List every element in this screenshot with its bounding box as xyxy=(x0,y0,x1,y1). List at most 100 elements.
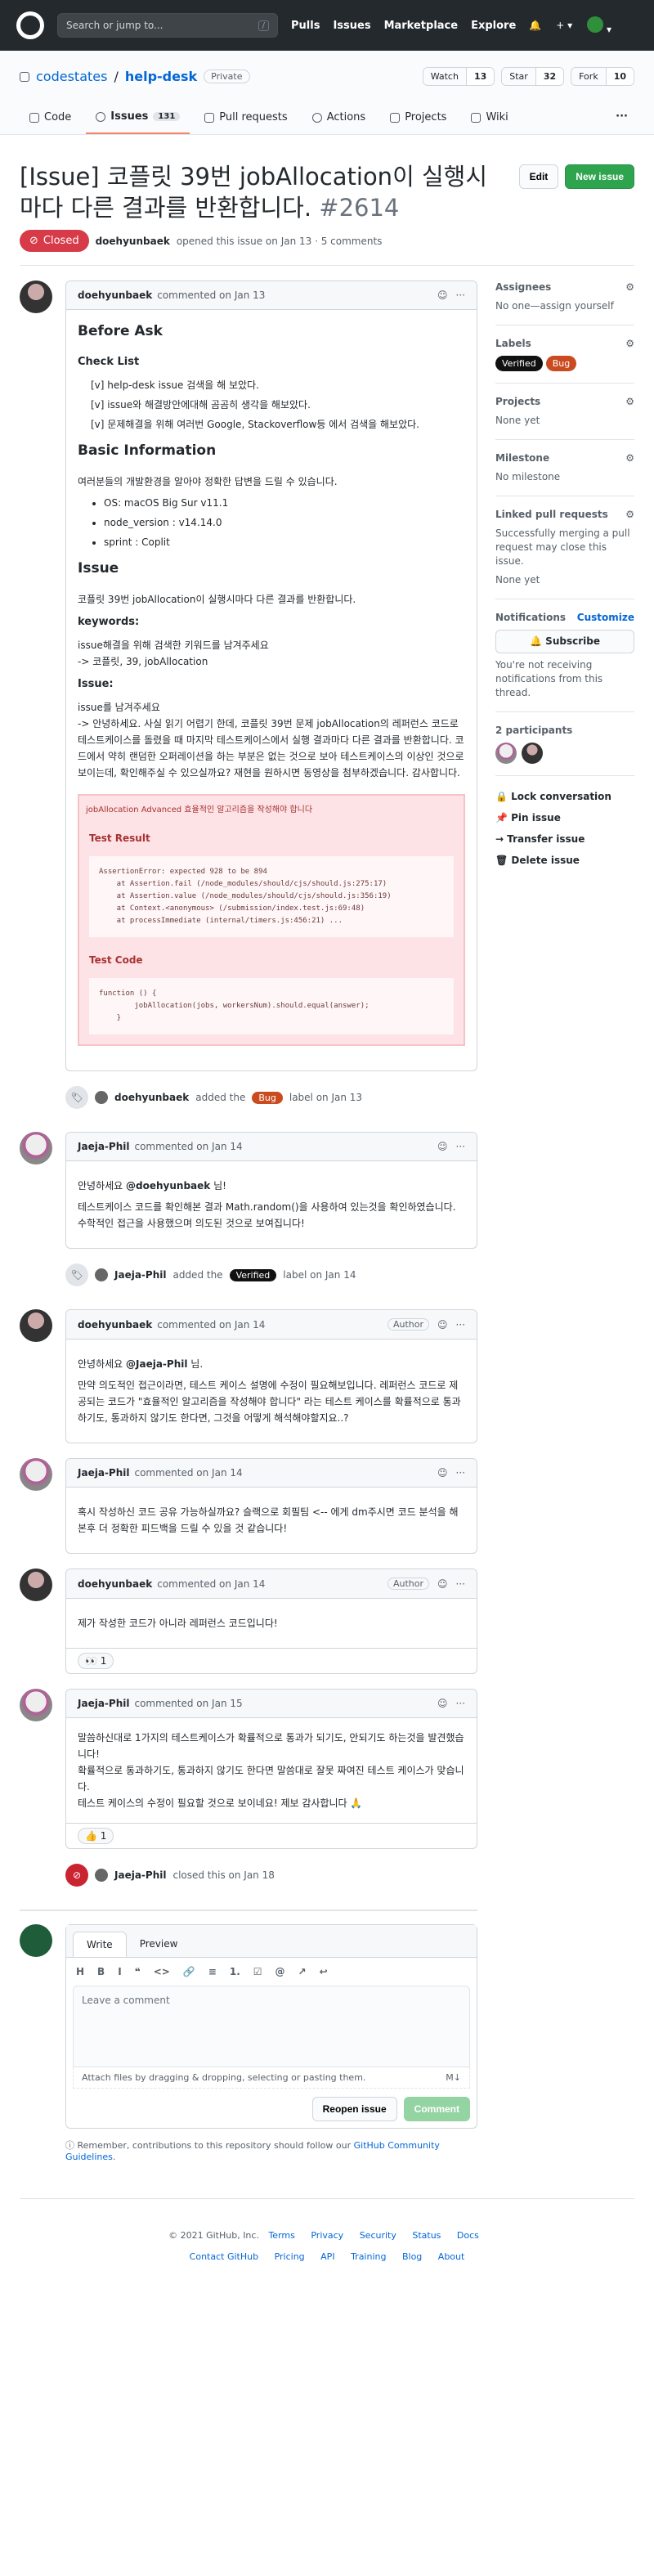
numbered-list-icon[interactable]: 1. xyxy=(230,1966,240,1977)
fork-button[interactable]: Fork 10 xyxy=(571,67,634,86)
quote-icon[interactable]: ❝ xyxy=(135,1966,141,1977)
plus-dropdown-icon[interactable]: + ▾ xyxy=(556,20,572,31)
smiley-icon[interactable]: ☺ xyxy=(437,1467,448,1479)
label-verified[interactable]: Verified xyxy=(229,1268,277,1281)
cross-reference-icon[interactable]: ↗ xyxy=(298,1966,307,1977)
search-input[interactable]: Search or jump to... / xyxy=(57,13,278,38)
reaction-eyes[interactable]: 👀 1 xyxy=(78,1653,114,1669)
attach-files-area[interactable]: Attach files by dragging & dropping, sel… xyxy=(73,2067,470,2089)
footer-link[interactable]: API xyxy=(320,2251,334,2262)
smiley-icon[interactable]: ☺ xyxy=(437,1141,448,1152)
avatar[interactable] xyxy=(20,1924,52,1957)
footer-link[interactable]: Blog xyxy=(402,2251,422,2262)
gear-icon[interactable]: ⚙ xyxy=(625,280,634,294)
comment-time[interactable]: commented on Jan 14 xyxy=(134,1141,242,1152)
comment-time[interactable]: commented on Jan 15 xyxy=(134,1698,242,1709)
avatar[interactable] xyxy=(95,1268,108,1281)
markdown-icon[interactable]: M↓ xyxy=(446,2072,461,2083)
event-actor[interactable]: Jaeja-Phil xyxy=(114,1269,166,1281)
avatar[interactable] xyxy=(20,1458,52,1491)
nav-pulls[interactable]: Pulls xyxy=(291,20,320,32)
smiley-icon[interactable]: ☺ xyxy=(437,1698,448,1709)
sidebar-heading[interactable]: Assignees xyxy=(495,280,551,294)
kebab-menu-icon[interactable]: ··· xyxy=(456,1467,465,1479)
watch-count[interactable]: 13 xyxy=(465,68,495,85)
footer-link[interactable]: Training xyxy=(351,2251,386,2262)
comment-button[interactable]: Comment xyxy=(403,2097,470,2121)
tab-actions[interactable]: Actions xyxy=(302,104,376,134)
tab-code[interactable]: Code xyxy=(20,104,81,134)
repo-owner-link[interactable]: codestates xyxy=(36,69,107,84)
label-verified[interactable]: Verified xyxy=(495,356,543,371)
kebab-menu-icon[interactable]: ··· xyxy=(456,289,465,301)
pin-issue-link[interactable]: 📌 Pin issue xyxy=(495,812,634,824)
footer-link[interactable]: Status xyxy=(412,2230,441,2241)
lock-conversation-link[interactable]: 🔒 Lock conversation xyxy=(495,791,634,802)
fork-count[interactable]: 10 xyxy=(605,68,634,85)
avatar[interactable] xyxy=(20,1309,52,1342)
footer-link[interactable]: Privacy xyxy=(311,2230,343,2241)
gear-icon[interactable]: ⚙ xyxy=(625,508,634,522)
comment-author[interactable]: Jaeja-Phil xyxy=(78,1141,129,1152)
footer-link[interactable]: Docs xyxy=(457,2230,479,2241)
sidebar-heading[interactable]: Linked pull requests xyxy=(495,508,608,522)
github-logo-icon[interactable] xyxy=(16,11,44,39)
assignees-value[interactable]: No one—assign yourself xyxy=(495,299,634,313)
comment-time[interactable]: commented on Jan 14 xyxy=(157,1319,265,1331)
tab-wiki[interactable]: Wiki xyxy=(461,104,517,134)
more-menu-icon[interactable]: ··· xyxy=(609,104,634,134)
sidebar-heading[interactable]: Milestone xyxy=(495,451,549,465)
event-actor[interactable]: doehyunbaek xyxy=(114,1092,189,1103)
star-button[interactable]: Star 32 xyxy=(501,67,565,86)
nav-explore[interactable]: Explore xyxy=(471,20,516,32)
comment-time[interactable]: commented on Jan 14 xyxy=(157,1578,265,1590)
kebab-menu-icon[interactable]: ··· xyxy=(456,1319,465,1331)
edit-button[interactable]: Edit xyxy=(518,164,559,189)
event-actor[interactable]: Jaeja-Phil xyxy=(114,1869,166,1881)
code-icon[interactable]: <> xyxy=(154,1966,170,1977)
delete-issue-link[interactable]: 🗑 Delete issue xyxy=(495,855,634,866)
bullet-list-icon[interactable]: ≡ xyxy=(208,1966,217,1977)
subscribe-button[interactable]: 🔔 Subscribe xyxy=(495,630,634,653)
gear-icon[interactable]: ⚙ xyxy=(625,337,634,351)
repo-name-link[interactable]: help-desk xyxy=(125,69,197,84)
kebab-menu-icon[interactable]: ··· xyxy=(456,1578,465,1590)
avatar[interactable] xyxy=(20,1689,52,1721)
transfer-issue-link[interactable]: → Transfer issue xyxy=(495,833,634,845)
kebab-menu-icon[interactable]: ··· xyxy=(456,1698,465,1709)
tab-preview[interactable]: Preview xyxy=(127,1932,191,1957)
avatar[interactable] xyxy=(20,280,52,313)
avatar[interactable] xyxy=(95,1091,108,1104)
comment-author[interactable]: Jaeja-Phil xyxy=(78,1698,129,1709)
smiley-icon[interactable]: ☺ xyxy=(437,1578,448,1590)
footer-link[interactable]: Security xyxy=(360,2230,396,2241)
footer-link[interactable]: About xyxy=(438,2251,465,2262)
user-avatar-menu[interactable]: ▾ xyxy=(587,16,611,35)
avatar[interactable] xyxy=(495,743,517,764)
reaction-thumbsup[interactable]: 👍 1 xyxy=(78,1828,114,1844)
star-count[interactable]: 32 xyxy=(535,68,564,85)
tab-pull-requests[interactable]: Pull requests xyxy=(195,104,297,134)
mention-link[interactable]: @Jaeja-Phil xyxy=(126,1358,187,1370)
comment-author[interactable]: Jaeja-Phil xyxy=(78,1467,129,1479)
footer-link[interactable]: Pricing xyxy=(275,2251,305,2262)
task-list-icon[interactable]: ☑ xyxy=(253,1966,262,1977)
sidebar-heading[interactable]: Projects xyxy=(495,395,540,409)
mention-link[interactable]: @doehyunbaek xyxy=(126,1180,210,1192)
smiley-icon[interactable]: ☺ xyxy=(437,1319,448,1331)
bell-icon[interactable]: 🔔 xyxy=(529,20,541,31)
footer-link[interactable]: Terms xyxy=(268,2230,294,2241)
tab-projects[interactable]: Projects xyxy=(380,104,456,134)
comment-author[interactable]: doehyunbaek xyxy=(78,289,152,301)
avatar[interactable] xyxy=(20,1132,52,1165)
tab-issues[interactable]: Issues 131 xyxy=(86,104,190,134)
comment-time[interactable]: commented on Jan 14 xyxy=(134,1467,242,1479)
label-bug[interactable]: Bug xyxy=(252,1091,283,1104)
comment-author[interactable]: doehyunbaek xyxy=(78,1578,152,1590)
reopen-issue-button[interactable]: Reopen issue xyxy=(311,2097,397,2121)
saved-reply-icon[interactable]: ↩ xyxy=(320,1966,328,1977)
comment-author[interactable]: doehyunbaek xyxy=(78,1319,152,1331)
italic-icon[interactable]: I xyxy=(118,1966,121,1977)
bold-icon[interactable]: B xyxy=(97,1966,105,1977)
avatar[interactable] xyxy=(95,1869,108,1882)
